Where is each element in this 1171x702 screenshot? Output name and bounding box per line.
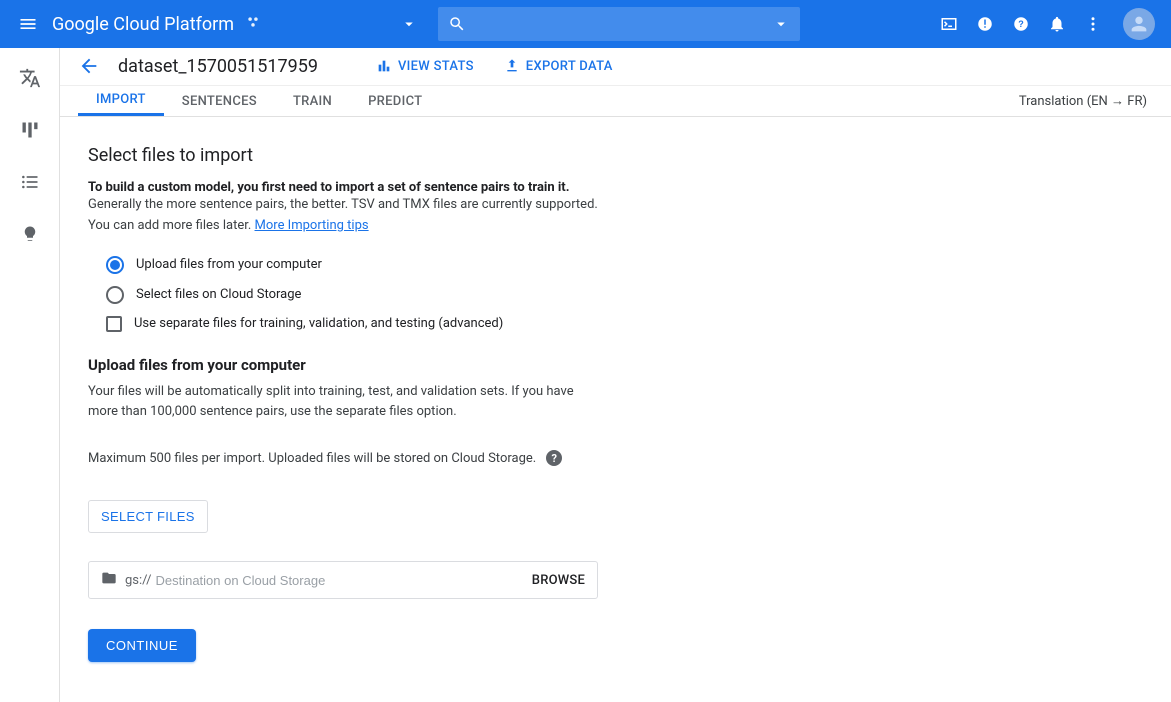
left-nav-rail xyxy=(0,48,60,702)
intro-paragraph-2: You can add more files later. More Impor… xyxy=(88,216,800,236)
main-panel: dataset_1570051517959 VIEW STATS EXPORT … xyxy=(60,48,1171,702)
source-options: Upload files from your computer Select f… xyxy=(106,256,800,304)
view-stats-button[interactable]: VIEW STATS xyxy=(376,58,474,74)
radio-selected-icon xyxy=(106,256,124,274)
option-upload-label: Upload files from your computer xyxy=(136,257,322,272)
rail-item-dashboard[interactable] xyxy=(18,118,42,142)
notifications-button[interactable] xyxy=(1047,14,1067,34)
intro-p2-prefix: You can add more files later. xyxy=(88,218,255,233)
select-files-button[interactable]: SELECT FILES xyxy=(88,500,208,533)
tabs-row: IMPORT SENTENCES TRAIN PREDICT Translati… xyxy=(60,86,1171,118)
bell-icon xyxy=(1048,15,1066,33)
browse-button[interactable]: BROWSE xyxy=(532,573,585,588)
list-icon xyxy=(20,172,40,192)
hamburger-menu-button[interactable] xyxy=(8,14,48,34)
tab-import[interactable]: IMPORT xyxy=(78,86,164,117)
menu-icon xyxy=(18,14,38,34)
caret-down-icon xyxy=(400,15,418,33)
search-scope-caret-icon[interactable] xyxy=(772,15,790,33)
header-actions: VIEW STATS EXPORT DATA xyxy=(376,58,613,74)
option-upload-local[interactable]: Upload files from your computer xyxy=(106,256,800,274)
more-tips-link[interactable]: More Importing tips xyxy=(255,218,369,233)
help-icon: ? xyxy=(1012,15,1030,33)
bar-chart-icon xyxy=(376,58,392,74)
section-heading: Select files to import xyxy=(88,145,800,166)
export-icon xyxy=(504,58,520,74)
translate-icon xyxy=(19,67,41,89)
brand-title: Google Cloud Platform xyxy=(52,14,234,35)
search-input[interactable] xyxy=(476,16,790,32)
option-separate-files[interactable]: Use separate files for training, validat… xyxy=(106,316,800,332)
search-bar[interactable] xyxy=(438,7,800,41)
top-app-bar: Google Cloud Platform ? xyxy=(0,0,1171,48)
continue-button[interactable]: CONTINUE xyxy=(88,629,196,662)
alert-icon xyxy=(976,15,994,33)
tab-sentences[interactable]: SENTENCES xyxy=(164,86,275,117)
tab-train[interactable]: TRAIN xyxy=(275,86,350,117)
search-icon xyxy=(448,15,466,33)
option-cloud-storage[interactable]: Select files on Cloud Storage xyxy=(106,286,800,304)
rail-item-translation[interactable] xyxy=(18,66,42,90)
more-button[interactable] xyxy=(1083,14,1103,34)
tab-predict[interactable]: PREDICT xyxy=(350,86,440,117)
help-button[interactable]: ? xyxy=(1011,14,1031,34)
option-separate-label: Use separate files for training, validat… xyxy=(134,316,503,331)
gs-prefix: gs:// xyxy=(125,573,151,588)
svg-text:?: ? xyxy=(1018,19,1024,29)
content-area: Select files to import To build a custom… xyxy=(60,117,800,702)
page-title: dataset_1570051517959 xyxy=(118,56,318,77)
alert-button[interactable] xyxy=(975,14,995,34)
max-files-note: Maximum 500 files per import. Uploaded f… xyxy=(88,451,536,466)
intro-bold-text: To build a custom model, you first need … xyxy=(88,180,800,195)
subsection-heading: Upload files from your computer xyxy=(88,356,800,374)
dashboard-icon xyxy=(20,120,40,140)
person-icon xyxy=(1128,13,1150,35)
export-data-button[interactable]: EXPORT DATA xyxy=(504,58,613,74)
view-stats-label: VIEW STATS xyxy=(398,59,474,74)
cloud-shell-button[interactable] xyxy=(939,14,959,34)
lightbulb-icon xyxy=(21,225,39,243)
max-files-note-row: Maximum 500 files per import. Uploaded f… xyxy=(88,450,800,466)
folder-icon xyxy=(101,570,117,590)
back-button[interactable] xyxy=(78,55,100,77)
cloud-shell-icon xyxy=(940,15,958,33)
intro-paragraph-1: Generally the more sentence pairs, the b… xyxy=(88,195,800,215)
arrow-back-icon xyxy=(78,55,100,77)
option-cloud-label: Select files on Cloud Storage xyxy=(136,287,301,302)
rail-item-ideas[interactable] xyxy=(18,222,42,246)
topbar-actions: ? xyxy=(939,8,1163,40)
help-tooltip-icon[interactable]: ? xyxy=(546,450,562,466)
radio-unselected-icon xyxy=(106,286,124,304)
project-selector-dropdown[interactable] xyxy=(400,15,418,33)
more-vert-icon xyxy=(1084,15,1102,33)
split-explanation: Your files will be automatically split i… xyxy=(88,382,588,422)
language-pair-badge: Translation (EN → FR) xyxy=(1019,86,1147,117)
destination-input[interactable] xyxy=(155,573,531,588)
product-glyph-icon xyxy=(246,15,260,33)
account-avatar[interactable] xyxy=(1123,8,1155,40)
checkbox-unchecked-icon xyxy=(106,316,122,332)
export-data-label: EXPORT DATA xyxy=(526,59,613,74)
destination-input-row: gs:// BROWSE xyxy=(88,561,598,599)
rail-item-list[interactable] xyxy=(18,170,42,194)
page-header: dataset_1570051517959 VIEW STATS EXPORT … xyxy=(60,48,1171,86)
